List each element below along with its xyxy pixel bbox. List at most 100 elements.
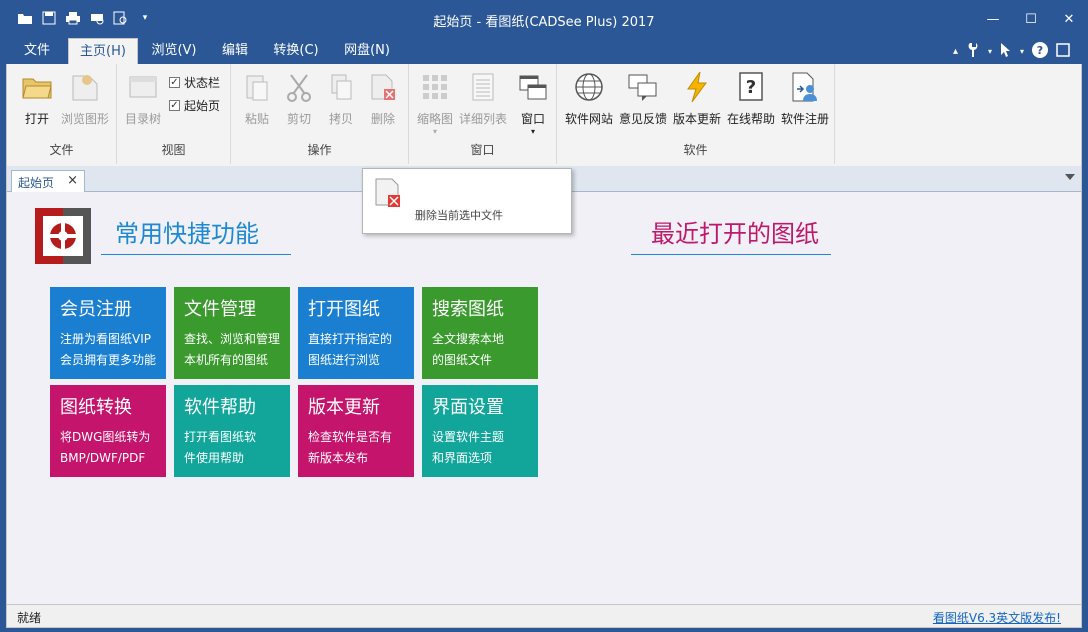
paste-icon <box>240 70 274 104</box>
folder-open-icon <box>20 70 54 104</box>
tile-version-update[interactable]: 版本更新 检查软件是否有 新版本发布 <box>298 385 414 477</box>
startpage-checkbox-label: 起始页 <box>184 99 221 113</box>
status-text: 就绪 <box>17 611 42 625</box>
cut-button[interactable]: 剪切 <box>281 70 317 127</box>
tab-list-dropdown-icon[interactable] <box>1065 174 1075 180</box>
register-label: 软件注册 <box>780 112 829 126</box>
tab-edit[interactable]: 编辑 <box>208 38 262 64</box>
user-register-icon <box>788 70 822 104</box>
app-logo <box>35 208 91 264</box>
svg-text:?: ? <box>746 77 756 98</box>
tile-open-drawing[interactable]: 打开图纸 直接打开指定的 图纸进行浏览 <box>298 287 414 379</box>
open-button[interactable]: 打开 <box>19 70 55 127</box>
globe-icon <box>572 70 606 104</box>
pointer-dropdown-icon[interactable]: ▾ <box>1020 47 1024 56</box>
help-icon[interactable]: ? <box>1032 42 1048 61</box>
checkbox-checked-icon: ✓ <box>169 77 180 88</box>
ribbon-group-window: 缩略图 ▾ 详细列表 窗口 ▾ 窗口 <box>409 64 557 164</box>
tile-desc-line: 和界面选项 <box>432 451 493 465</box>
online-help-button[interactable]: ? 在线帮助 <box>725 70 777 127</box>
tools-icon[interactable] <box>966 42 980 61</box>
directory-tree-button[interactable]: 目录树 <box>123 70 163 127</box>
tile-desc-line: 的图纸文件 <box>432 353 493 367</box>
tile-interface-settings[interactable]: 界面设置 设置软件主题 和界面选项 <box>422 385 538 477</box>
close-tab-icon[interactable]: × <box>67 173 78 188</box>
tile-member-register[interactable]: 会员注册 注册为看图纸VIP 会员拥有更多功能 <box>50 287 166 379</box>
ribbon-group-operations: 粘贴 剪切 拷贝 删除 操作 <box>231 64 409 164</box>
startpage-checkbox[interactable]: ✓ 起始页 <box>169 97 220 114</box>
tile-software-help[interactable]: 软件帮助 打开看图纸软 件使用帮助 <box>174 385 290 477</box>
tile-title: 会员注册 <box>60 299 132 320</box>
close-icon[interactable]: ✕ <box>1050 0 1088 38</box>
tile-search-drawing[interactable]: 搜索图纸 全文搜索本地 的图纸文件 <box>422 287 538 379</box>
tab-home[interactable]: 主页(H) <box>68 38 138 64</box>
tile-title: 打开图纸 <box>308 299 380 320</box>
minimize-icon[interactable]: — <box>974 0 1012 38</box>
delete-button[interactable]: 删除 <box>365 70 401 127</box>
details-list-icon <box>466 70 500 104</box>
tab-start-page[interactable]: 起始页 × <box>11 170 85 192</box>
ribbon-group-software: 软件网站 意见反馈 版本更新 ? 在线帮助 软件注册 软件 <box>557 64 835 164</box>
details-list-label: 详细列表 <box>458 112 507 126</box>
view-group-label: 视图 <box>161 143 186 157</box>
tile-file-manager[interactable]: 文件管理 查找、浏览和管理 本机所有的图纸 <box>174 287 290 379</box>
pointer-icon[interactable] <box>1000 42 1012 61</box>
title-bar: ▾ 起始页 - 看图纸(CADSee Plus) 2017 — ☐ ✕ <box>0 0 1088 38</box>
tile-desc-line: 注册为看图纸VIP <box>60 332 151 346</box>
statusbar-checkbox[interactable]: ✓ 状态栏 <box>169 74 220 91</box>
update-button[interactable]: 版本更新 <box>671 70 723 127</box>
news-link[interactable]: 看图纸V6.3英文版发布! <box>933 609 1061 626</box>
register-button[interactable]: 软件注册 <box>779 70 831 127</box>
tile-desc-line: 件使用帮助 <box>184 451 245 465</box>
tile-desc-line: 检查软件是否有 <box>308 430 393 444</box>
paste-button[interactable]: 粘贴 <box>239 70 275 127</box>
update-label: 版本更新 <box>672 112 721 126</box>
tools-dropdown-icon[interactable]: ▾ <box>988 47 992 56</box>
svg-text:?: ? <box>1037 44 1043 57</box>
window-group-label: 窗口 <box>470 143 495 157</box>
shortcuts-heading: 常用快捷功能 <box>115 220 259 248</box>
tab-browse[interactable]: 浏览(V) <box>142 38 206 64</box>
details-list-button[interactable]: 详细列表 <box>457 70 509 127</box>
tile-title: 软件帮助 <box>184 397 256 418</box>
tile-drawing-convert[interactable]: 图纸转换 将DWG图纸转为 BMP/DWF/PDF <box>50 385 166 477</box>
tile-title: 文件管理 <box>184 299 256 320</box>
ribbon-right-controls: ▴ ▾ ▾ ? <box>953 42 1070 61</box>
tab-cloud[interactable]: 网盘(N) <box>334 38 400 64</box>
checkbox-checked-icon: ✓ <box>169 100 180 111</box>
shortcuts-underline <box>101 254 291 255</box>
window-button[interactable]: 窗口 ▾ <box>513 70 553 136</box>
tooltip-text: 删除当前选中文件 <box>415 209 503 222</box>
copy-button[interactable]: 拷贝 <box>323 70 359 127</box>
speech-bubbles-icon <box>626 70 660 104</box>
copy-label: 拷贝 <box>328 112 353 126</box>
cut-label: 剪切 <box>286 112 311 126</box>
delete-file-icon <box>373 177 405 209</box>
tab-convert[interactable]: 转换(C) <box>264 38 328 64</box>
start-page: 常用快捷功能 最近打开的图纸 会员注册 注册为看图纸VIP 会员拥有更多功能 文… <box>6 192 1082 604</box>
copy-icon <box>324 70 358 104</box>
thumbnails-icon <box>418 70 452 104</box>
tab-file[interactable]: 文件 <box>8 38 66 64</box>
feedback-button[interactable]: 意见反馈 <box>617 70 669 127</box>
expand-icon[interactable] <box>1056 43 1070 60</box>
online-help-label: 在线帮助 <box>726 112 775 126</box>
thumbnails-dropdown-icon: ▾ <box>432 127 437 136</box>
collapse-ribbon-icon[interactable]: ▴ <box>953 46 958 57</box>
delete-label: 删除 <box>370 112 395 126</box>
website-button[interactable]: 软件网站 <box>563 70 615 127</box>
tile-title: 图纸转换 <box>60 397 132 418</box>
tile-desc-line: 打开看图纸软 <box>184 430 257 444</box>
browse-drawing-button[interactable]: 浏览图形 <box>59 70 111 127</box>
recent-drawings-heading: 最近打开的图纸 <box>651 220 819 248</box>
statusbar-checkbox-label: 状态栏 <box>184 76 221 90</box>
website-label: 软件网站 <box>564 112 613 126</box>
tile-desc-line: 将DWG图纸转为 <box>60 430 151 444</box>
paste-label: 粘贴 <box>244 112 269 126</box>
directory-tree-label: 目录树 <box>124 112 161 126</box>
window-controls: — ☐ ✕ <box>974 0 1088 38</box>
thumbnails-button[interactable]: 缩略图 ▾ <box>415 70 455 136</box>
maximize-icon[interactable]: ☐ <box>1012 0 1050 38</box>
tile-title: 版本更新 <box>308 397 380 418</box>
ribbon-tabs: 文件 主页(H) 浏览(V) 编辑 转换(C) 网盘(N) ▴ ▾ ▾ ? <box>0 38 1088 64</box>
